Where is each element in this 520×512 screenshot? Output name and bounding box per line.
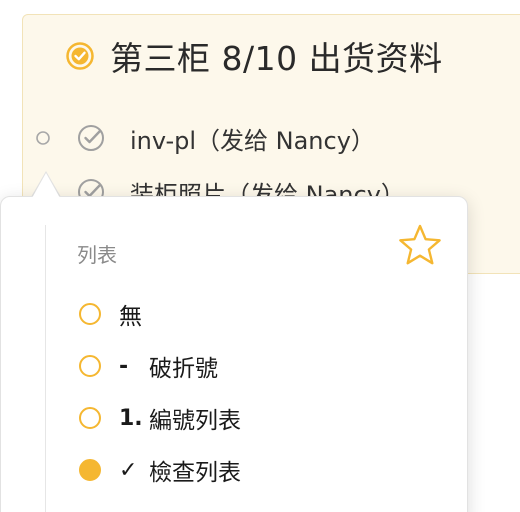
option-label: 無 [119,304,142,330]
option-label: 編號列表 [149,408,241,434]
option-label: 破折號 [149,356,218,382]
popover-arrow-fill [32,173,60,198]
list-option-numbered[interactable]: 1. 編號列表 [79,398,241,438]
section-label: 列表 [77,243,117,267]
note-title-row: 第三柜 8/10 出货资料 [66,30,443,82]
radio-button-selected[interactable] [79,459,101,481]
list-style-popover: 列表 無 - 破折號 1. 編號列表 ✓ 檢查列表 [0,196,468,512]
star-icon[interactable] [397,223,443,267]
task-row[interactable]: inv-pl（发给 Nancy） [36,118,375,158]
popover-divider [45,225,46,512]
option-label: 檢查列表 [149,460,241,486]
completed-check-icon[interactable] [66,42,94,70]
radio-button[interactable] [79,355,101,377]
list-option-none[interactable]: 無 [79,294,142,334]
option-prefix: 1. [119,405,143,431]
option-prefix: - [119,353,129,379]
option-prefix: ✓ [119,457,138,483]
radio-button[interactable] [79,407,101,429]
note-title: 第三柜 8/10 出货资料 [110,39,443,78]
radio-button[interactable] [79,303,101,325]
app-root: 第三柜 8/10 出货资料 inv-pl（发给 Nancy） 装柜照片（发给 N… [0,0,520,512]
list-option-checklist[interactable]: ✓ 檢查列表 [79,450,241,490]
task-check-icon[interactable] [76,123,106,153]
task-label: inv-pl（发给 Nancy） [130,126,375,155]
bullet-circle-icon [36,131,50,145]
list-option-dash[interactable]: - 破折號 [79,346,218,386]
